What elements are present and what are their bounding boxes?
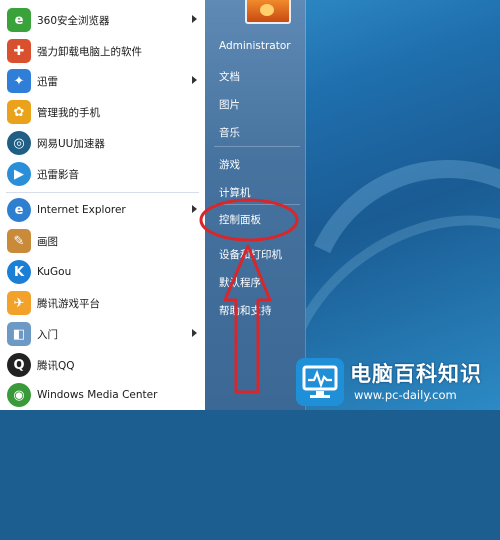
watermark-title: 电脑百科知识 [350, 362, 482, 386]
right-item-computer[interactable]: 计算机 [219, 185, 251, 200]
places-separator [214, 204, 300, 205]
right-item-pictures[interactable]: 图片 [219, 97, 240, 112]
menu-separator [6, 192, 199, 193]
getting-started-icon: ◧ [7, 322, 31, 346]
program-label: Internet Explorer [37, 204, 126, 216]
submenu-arrow-icon [192, 205, 197, 213]
submenu-arrow-icon [192, 329, 197, 337]
program-label: KuGou [37, 266, 72, 278]
right-item-music[interactable]: 音乐 [219, 125, 240, 140]
program-kugou[interactable]: K KuGou [0, 257, 205, 287]
program-tencent-games[interactable]: ✈ 腾讯游戏平台 [0, 288, 205, 318]
places-separator [214, 146, 300, 147]
program-getting-started[interactable]: ◧ 入门 [0, 319, 205, 349]
right-item-games[interactable]: 游戏 [219, 157, 240, 172]
kugou-icon: K [7, 260, 31, 284]
program-label: 入门 [37, 328, 58, 341]
360-browser-icon: e [7, 8, 31, 32]
paint-icon: ✎ [7, 229, 31, 253]
phone-manager-icon: ✿ [7, 100, 31, 124]
program-phone-manager[interactable]: ✿ 管理我的手机 [0, 97, 205, 127]
program-label: 迅雷影音 [37, 168, 79, 181]
media-center-icon: ◉ [7, 383, 31, 407]
right-item-control-panel[interactable]: 控制面板 [219, 212, 261, 227]
ie-icon: e [7, 198, 31, 222]
program-360-browser[interactable]: e 360安全浏览器 [0, 5, 205, 35]
program-internet-explorer[interactable]: e Internet Explorer [0, 195, 205, 225]
thunder-icon: ✦ [7, 69, 31, 93]
uninstall-icon: ✚ [7, 39, 31, 63]
start-menu-programs-pane: e 360安全浏览器 ✚ 强力卸载电脑上的软件 ✦ 迅雷 ✿ 管理我的手机 ◎ … [0, 0, 206, 410]
right-item-administrator[interactable]: Administrator [219, 40, 291, 52]
program-label: 强力卸载电脑上的软件 [37, 45, 142, 58]
watermark: 电脑百科知识 www.pc-daily.com [296, 356, 500, 410]
thunder-player-icon: ▶ [7, 162, 31, 186]
program-uninstaller[interactable]: ✚ 强力卸载电脑上的软件 [0, 36, 205, 66]
program-thunder[interactable]: ✦ 迅雷 [0, 66, 205, 96]
program-label: 迅雷 [37, 75, 58, 88]
program-paint[interactable]: ✎ 画图 [0, 226, 205, 256]
right-item-default-programs[interactable]: 默认程序 [219, 275, 261, 290]
program-uu-accelerator[interactable]: ◎ 网易UU加速器 [0, 128, 205, 158]
right-item-devices-printers[interactable]: 设备和打印机 [219, 247, 282, 262]
user-avatar[interactable] [245, 0, 291, 24]
start-menu-places-pane [205, 0, 306, 410]
tencent-games-icon: ✈ [7, 291, 31, 315]
program-label: 360安全浏览器 [37, 14, 110, 27]
program-qq[interactable]: Q 腾讯QQ [0, 350, 205, 380]
program-label: Windows Media Center [37, 389, 158, 401]
monitor-logo-icon [296, 358, 344, 406]
program-label: 腾讯游戏平台 [37, 297, 100, 310]
submenu-arrow-icon [192, 15, 197, 23]
program-label: 画图 [37, 235, 58, 248]
qq-icon: Q [7, 353, 31, 377]
program-label: 管理我的手机 [37, 106, 100, 119]
program-thunder-player[interactable]: ▶ 迅雷影音 [0, 159, 205, 189]
program-media-center[interactable]: ◉ Windows Media Center [0, 380, 205, 410]
program-label: 腾讯QQ [37, 359, 75, 372]
right-item-help-support[interactable]: 帮助和支持 [219, 303, 272, 318]
watermark-url: www.pc-daily.com [354, 388, 457, 402]
submenu-arrow-icon [192, 76, 197, 84]
uu-accelerator-icon: ◎ [7, 131, 31, 155]
program-label: 网易UU加速器 [37, 137, 105, 150]
right-item-documents[interactable]: 文档 [219, 69, 240, 84]
